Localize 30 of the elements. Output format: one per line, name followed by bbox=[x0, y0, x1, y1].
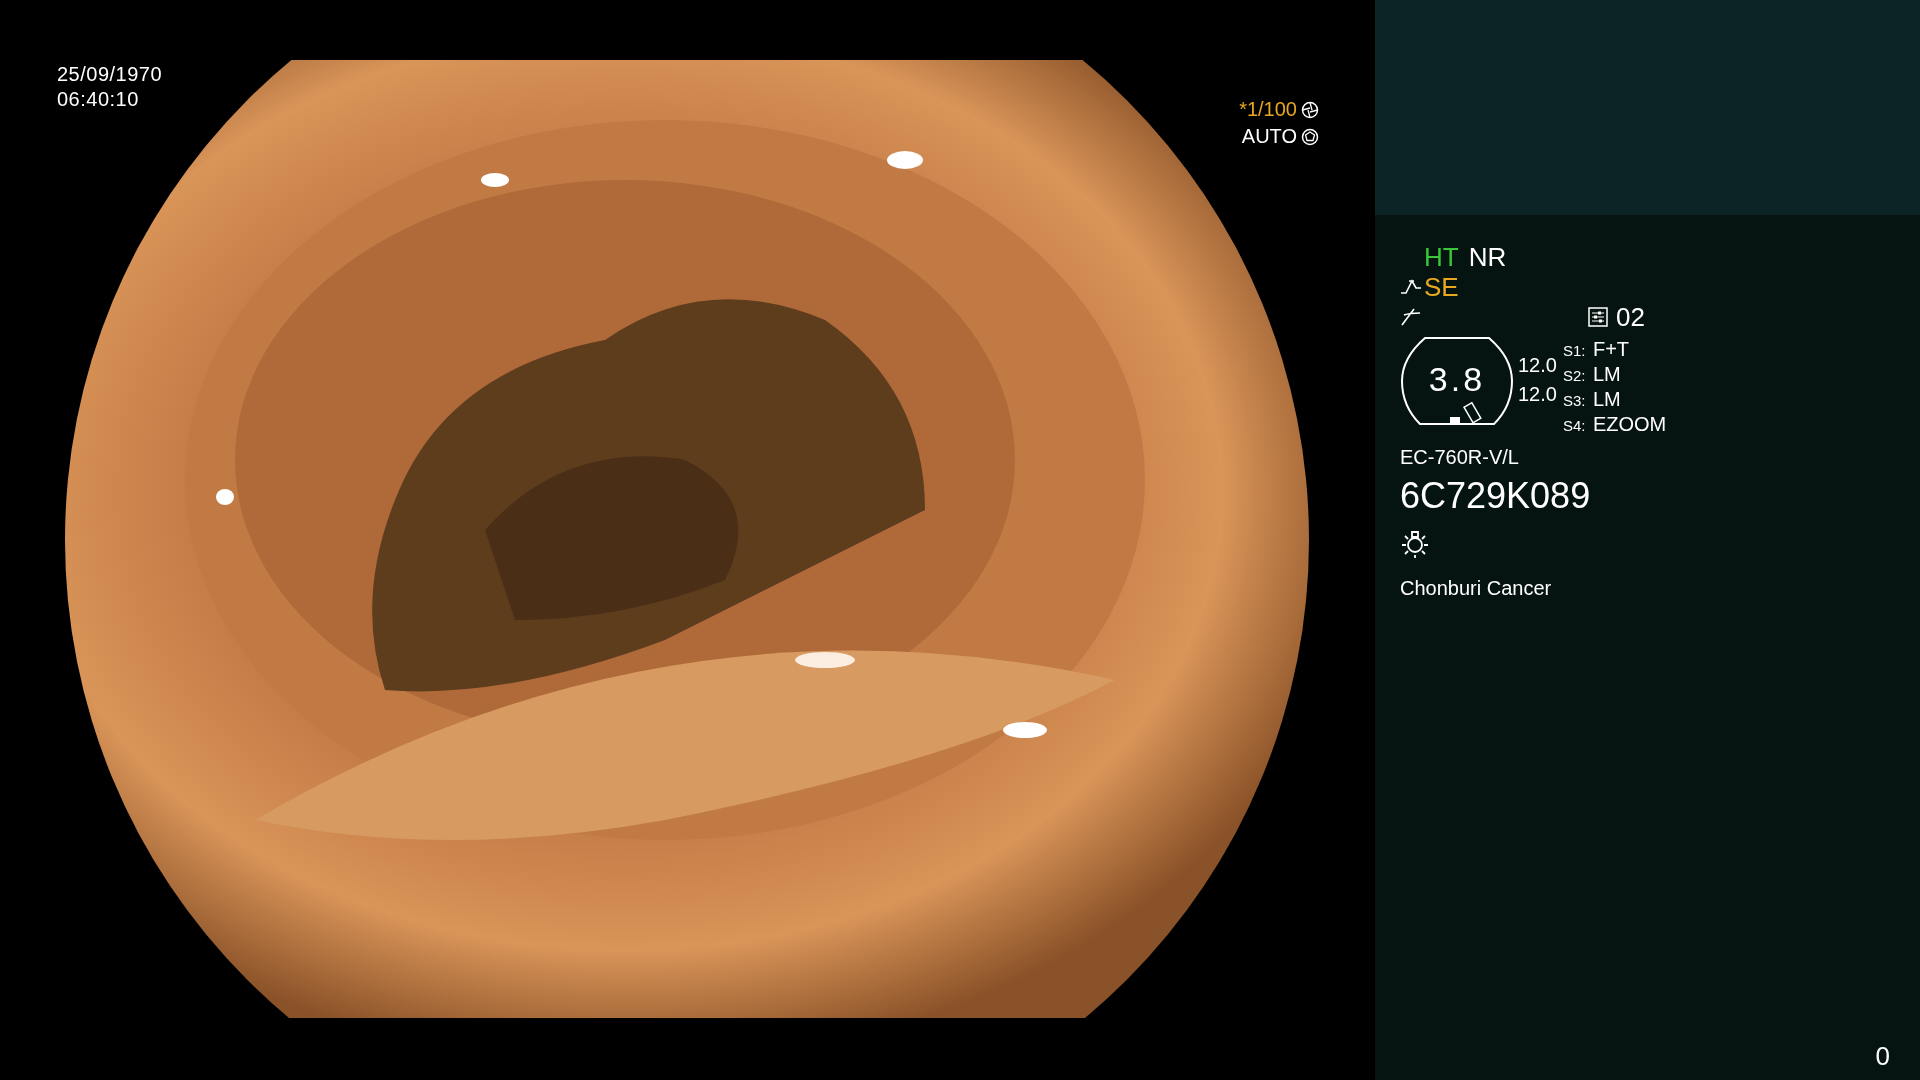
mode-label: HT bbox=[1424, 241, 1459, 273]
switch-function: LM bbox=[1592, 388, 1621, 411]
date-text: 25/09/1970 bbox=[57, 62, 163, 87]
counter-number: 0 bbox=[1875, 1041, 1890, 1072]
institution-name: Chonburi Cancer bbox=[1400, 577, 1553, 600]
switch-key: S1: bbox=[1562, 342, 1593, 359]
sliders-icon bbox=[1588, 307, 1608, 327]
slash-curve-icon bbox=[1400, 307, 1422, 327]
lamp-icon bbox=[1400, 529, 1430, 559]
gauge-value: 3.8 bbox=[1427, 360, 1487, 399]
time-text: 06:40:10 bbox=[57, 87, 140, 112]
gauge-frame-icon bbox=[1400, 336, 1514, 426]
aperture-icon bbox=[1301, 100, 1319, 119]
reading-text: 12.0 bbox=[1518, 383, 1557, 406]
switch-key: S4: bbox=[1562, 417, 1593, 434]
switch-key: S3: bbox=[1562, 392, 1593, 409]
switch-key: S2: bbox=[1562, 367, 1593, 384]
reading-text: 12.0 bbox=[1518, 354, 1557, 377]
iris-icon bbox=[1301, 127, 1319, 146]
scope-model: EC-760R-V/L bbox=[1400, 446, 1520, 469]
switch-function: LM bbox=[1592, 363, 1621, 386]
switch-function: EZOOM bbox=[1592, 413, 1667, 436]
switch-function: F+T bbox=[1592, 338, 1630, 361]
enhancement-label: SE bbox=[1424, 271, 1459, 303]
preset-number: 02 bbox=[1616, 301, 1645, 333]
shutter-speed-text: *1/100 bbox=[1239, 98, 1297, 121]
curve-icon bbox=[1400, 278, 1422, 296]
mode-label: NR bbox=[1468, 241, 1507, 273]
iris-mode-text: AUTO bbox=[1241, 125, 1297, 148]
serial-number: 6C729K089 bbox=[1400, 475, 1592, 517]
